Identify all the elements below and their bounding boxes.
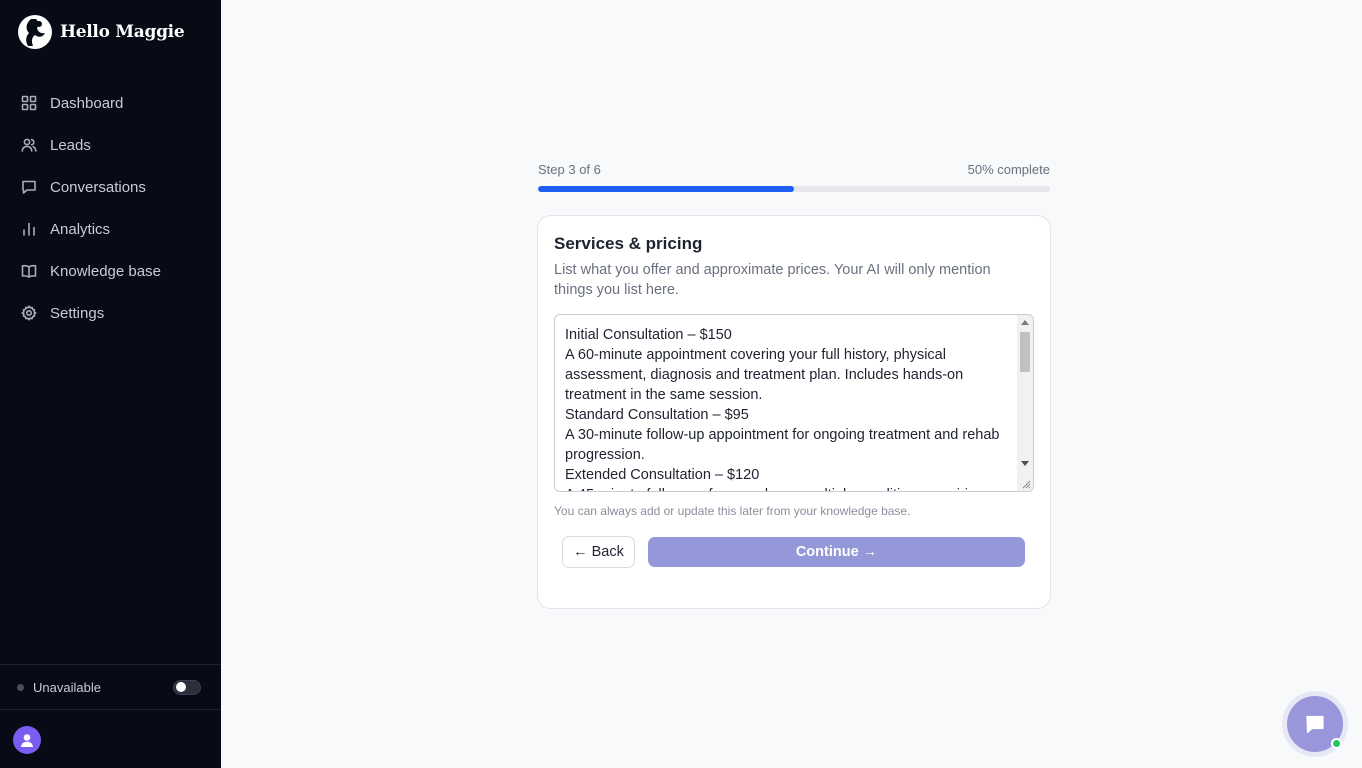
user-icon — [21, 734, 33, 747]
services-pricing-card: Services & pricing List what you offer a… — [537, 215, 1051, 609]
sidebar-item-label: Analytics — [50, 220, 111, 238]
sidebar-item-analytics[interactable]: Analytics — [0, 208, 221, 250]
availability-label: Unavailable — [33, 679, 101, 695]
scroll-down-arrow-icon[interactable] — [1021, 461, 1029, 466]
sidebar-item-knowledge-base[interactable]: Knowledge base — [0, 250, 221, 292]
gear-icon — [21, 305, 37, 321]
status-dot — [17, 683, 24, 691]
sidebar-divider — [0, 664, 221, 665]
resize-grip-icon[interactable] — [1021, 479, 1031, 489]
sidebar-item-settings[interactable]: Settings — [0, 292, 221, 334]
brand[interactable]: Hello Maggie — [17, 14, 185, 50]
sidebar-nav: Dashboard Leads Conversations Analytics — [0, 82, 221, 334]
sidebar-divider — [0, 709, 221, 710]
online-status-dot — [1331, 738, 1342, 749]
sidebar-item-label: Dashboard — [50, 94, 124, 112]
chat-launcher-button[interactable] — [1282, 691, 1348, 757]
availability-row: Unavailable — [17, 678, 201, 696]
sidebar-item-label: Knowledge base — [50, 262, 161, 280]
scroll-up-arrow-icon[interactable] — [1021, 320, 1029, 325]
progress-fill — [538, 186, 794, 192]
complete-text: 50% complete — [967, 162, 1050, 177]
sidebar: Hello Maggie Dashboard Leads Conversatio… — [0, 0, 221, 768]
services-textarea[interactable]: Initial Consultation – $150 A 60-minute … — [554, 314, 1034, 492]
book-icon — [21, 264, 37, 278]
card-title: Services & pricing — [554, 234, 703, 253]
chat-bubble-icon — [1306, 715, 1324, 734]
availability-toggle[interactable] — [173, 679, 201, 695]
hello-maggie-logo — [18, 15, 52, 49]
sidebar-item-label: Conversations — [50, 178, 146, 196]
sidebar-item-dashboard[interactable]: Dashboard — [0, 82, 221, 124]
bar-chart-icon — [23, 222, 35, 236]
grid-icon — [21, 95, 37, 111]
brand-name: Hello Maggie — [60, 22, 185, 42]
textarea-scrollbar[interactable] — [1017, 315, 1033, 491]
sidebar-item-label: Settings — [50, 304, 105, 322]
scroll-thumb[interactable] — [1020, 332, 1030, 372]
sidebar-item-label: Leads — [50, 136, 91, 154]
card-description: List what you offer and approximate pric… — [554, 262, 991, 298]
sidebar-item-conversations[interactable]: Conversations — [0, 166, 221, 208]
services-text[interactable]: Initial Consultation – $150 A 60-minute … — [555, 315, 1017, 491]
hint-text: You can always add or update this later … — [554, 504, 911, 518]
sidebar-item-leads[interactable]: Leads — [0, 124, 221, 166]
avatar[interactable] — [13, 726, 41, 754]
users-icon — [21, 138, 37, 152]
chat-bubble-icon — [22, 180, 36, 194]
step-indicator: Step 3 of 6 50% complete — [538, 162, 1050, 177]
step-text: Step 3 of 6 — [538, 162, 601, 177]
progress-bar — [538, 186, 1050, 192]
continue-button[interactable]: Continue → — [648, 537, 1025, 567]
back-button[interactable]: ← Back — [562, 536, 635, 568]
